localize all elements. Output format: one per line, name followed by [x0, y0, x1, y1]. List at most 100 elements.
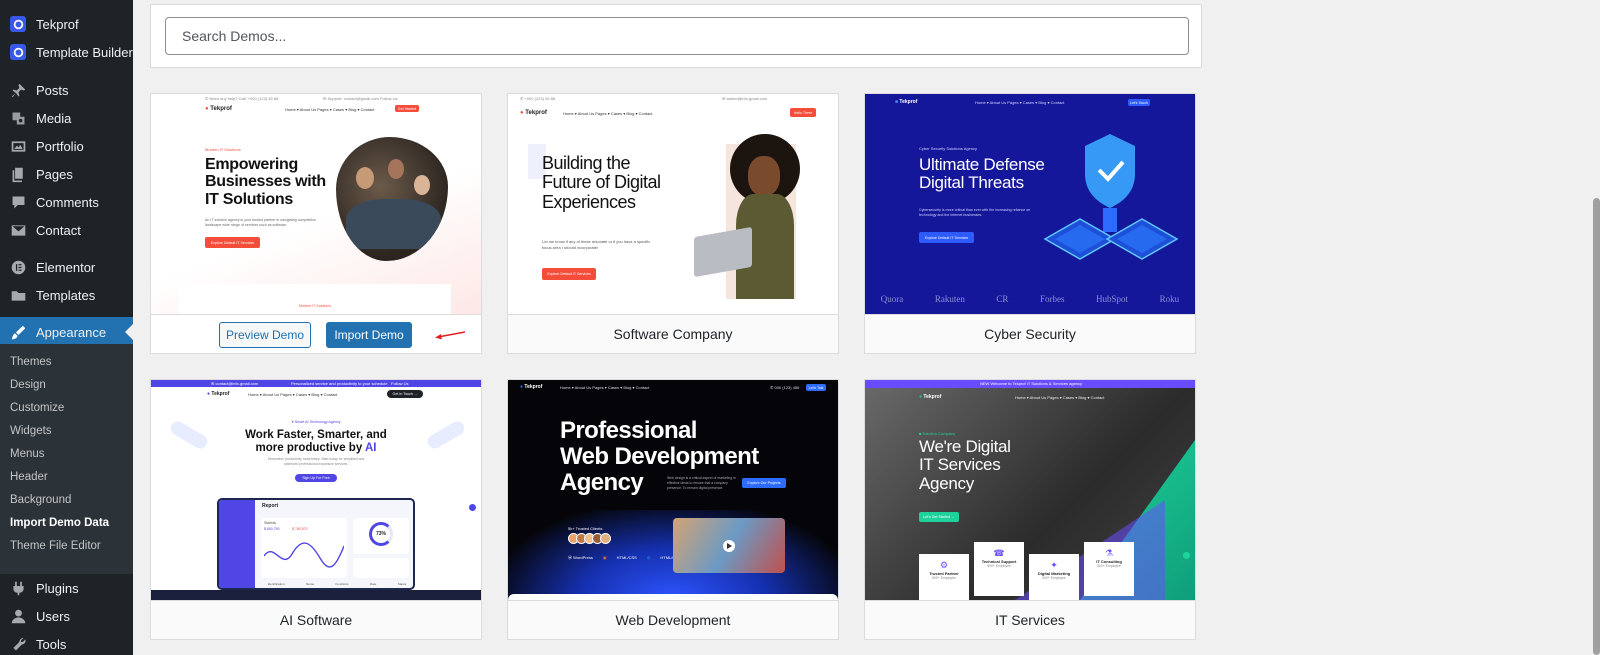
wrench-icon [0, 636, 36, 653]
sidebar-item-portfolio[interactable]: Portfolio [0, 132, 133, 160]
feature-card: ✦ Digital Marketing 500+ Employee [1029, 554, 1079, 600]
submenu-customize[interactable]: Customize [10, 402, 64, 414]
demo-card-software-company[interactable]: ✆ +000 (123) 45 88 ✉ admin@info.gmail.co… [507, 93, 839, 354]
client-avatars [568, 533, 611, 544]
card-title: Software Company [508, 314, 838, 353]
sidebar-item-label: Plugins [36, 580, 79, 596]
sidebar-item-label: Portfolio [36, 138, 84, 154]
thumb-logo: ● Tekprof [919, 394, 942, 400]
thumb-headline: Building the Future of Digital Experienc… [542, 153, 661, 212]
sidebar-item-label: Tekprof [36, 16, 79, 32]
thumb-logo: ● Tekprof [207, 391, 230, 397]
sidebar-item-label: Contact [36, 222, 81, 238]
thumb-logo: ● Tekprof [520, 110, 547, 116]
brush-icon [0, 324, 36, 341]
team-photo [336, 137, 448, 261]
demo-thumbnail: ✆ +000 (123) 45 88 ✉ admin@info.gmail.co… [508, 94, 838, 314]
demo-thumbnail: ✉ contact@info.gmail.com Personalized se… [151, 380, 481, 600]
demo-thumbnail: ■ Tekprof Home ▾ About Us Pages ▾ Cases … [865, 94, 1195, 314]
submenu-background[interactable]: Background [10, 494, 71, 506]
thumb-logo: ● Tekprof [520, 384, 543, 390]
thumb-logo: ● Tekprof [205, 106, 232, 112]
mail-icon [0, 222, 36, 239]
elementor-icon [0, 259, 36, 276]
media-icon [0, 110, 36, 127]
card-title: Cyber Security [865, 314, 1195, 353]
sidebar-item-comments[interactable]: Comments [0, 188, 133, 216]
scrollbar-thumb[interactable] [1593, 198, 1600, 655]
sidebar-item-template-builder[interactable]: Template Builder [0, 38, 133, 66]
demo-card-it-solutions[interactable]: ✆ Need any help? Call: +000 (123) 45 88 … [150, 93, 482, 354]
person-face [748, 156, 780, 196]
sidebar-item-plugins[interactable]: Plugins [0, 574, 133, 602]
sidebar-item-label: Templates [36, 287, 96, 303]
brand-logos: Quora Rakuten CR Forbes HubSpot Roku [880, 294, 1180, 304]
preview-demo-button[interactable]: Preview Demo [219, 322, 311, 348]
feature-card: ⚗ IT Consulting 500+ Employee [1084, 542, 1134, 596]
sidebar-item-contact[interactable]: Contact [0, 216, 133, 244]
card-title: Web Development [508, 600, 838, 639]
feature-card: ☎ Technical Support 500+ Employee [974, 542, 1024, 596]
pin-icon [0, 82, 36, 99]
sidebar-item-label: Users [36, 608, 70, 624]
shield-laptops-illustration [1043, 134, 1179, 260]
plugin-icon [0, 580, 36, 597]
submenu-import-demo-data[interactable]: Import Demo Data [10, 517, 109, 529]
tech-badges: Ⓦ WordPress ▣ HTML/CSS ◎ HTML/CSS [568, 555, 681, 560]
sidebar-item-label: Template Builder [36, 44, 133, 60]
thumb-headline: Empowering Businesses with IT Solutions [205, 156, 326, 208]
submenu-theme-file-editor[interactable]: Theme File Editor [10, 540, 101, 552]
tekprof-icon [0, 16, 36, 32]
sidebar-item-label: Posts [36, 82, 69, 98]
sidebar-item-label: Pages [36, 166, 73, 182]
sidebar-item-tekprof[interactable]: Tekprof [0, 10, 133, 38]
pages-icon [0, 166, 36, 183]
search-card [150, 4, 1202, 68]
user-icon [0, 608, 36, 625]
demo-card-it-services[interactable]: NEW Welcome to Tekprof IT Solutions & Se… [864, 379, 1196, 640]
card-actions: Preview Demo Import Demo [151, 314, 481, 353]
submenu-design[interactable]: Design [10, 379, 46, 391]
feature-cards: ⚙ Trusted Partner 500+ Employee ☎ Techni… [919, 542, 1135, 600]
portfolio-icon [0, 138, 36, 155]
team-video-thumbnail [673, 518, 785, 573]
thumb-headline: Ultimate Defense Digital Threats [919, 155, 1045, 193]
sidebar-item-label: Comments [36, 194, 99, 210]
sidebar-item-label: Appearance [36, 324, 107, 340]
demo-card-web-development[interactable]: ● Tekprof Home ▾ About Us Pages ▾ Cases … [507, 379, 839, 640]
demo-thumbnail: ✆ Need any help? Call: +000 (123) 45 88 … [151, 94, 481, 314]
sidebar-item-media[interactable]: Media [0, 104, 133, 132]
demo-card-ai-software[interactable]: ✉ contact@info.gmail.com Personalized se… [150, 379, 482, 640]
dashboard-mockup: Report Statistic $ 650,750 $ 780,570 73%… [217, 498, 415, 590]
sidebar-item-tools[interactable]: Tools [0, 630, 133, 655]
card-title: IT Services [865, 600, 1195, 639]
sidebar-item-pages[interactable]: Pages [0, 160, 133, 188]
demo-thumbnail: ● Tekprof Home ▾ About Us Pages ▾ Cases … [508, 380, 838, 600]
thumb-headline: Work Faster, Smarter, and more productiv… [245, 429, 387, 454]
card-title: AI Software [151, 600, 481, 639]
sidebar-item-label: Media [36, 110, 72, 126]
submenu-widgets[interactable]: Widgets [10, 425, 52, 437]
sidebar-item-templates[interactable]: Templates [0, 281, 133, 309]
sidebar-item-appearance[interactable]: Appearance [0, 317, 133, 347]
sidebar-item-users[interactable]: Users [0, 602, 133, 630]
folder-icon [0, 287, 36, 304]
admin-sidebar: Tekprof Template Builder Posts Media Por… [0, 0, 133, 655]
submenu-themes[interactable]: Themes [10, 356, 52, 368]
feature-card: ⚙ Trusted Partner 500+ Employee [919, 554, 969, 600]
sidebar-item-label: Elementor [36, 259, 96, 275]
demo-thumbnail: NEW Welcome to Tekprof IT Solutions & Se… [865, 380, 1195, 600]
comment-icon [0, 194, 36, 211]
import-demo-button[interactable]: Import Demo [326, 322, 412, 348]
appearance-submenu: Themes Design Customize Widgets Menus He… [0, 344, 133, 574]
search-input[interactable] [165, 17, 1189, 55]
red-arrow-annotation [435, 331, 466, 340]
template-builder-icon [0, 44, 36, 60]
thumb-headline: We're Digital IT Services Agency [919, 437, 1011, 493]
thumb-logo: ■ Tekprof [895, 99, 918, 105]
sidebar-item-elementor[interactable]: Elementor [0, 253, 133, 281]
submenu-header[interactable]: Header [10, 471, 48, 483]
submenu-menus[interactable]: Menus [10, 448, 45, 460]
sidebar-item-posts[interactable]: Posts [0, 76, 133, 104]
demo-card-cyber-security[interactable]: ■ Tekprof Home ▾ About Us Pages ▾ Cases … [864, 93, 1196, 354]
